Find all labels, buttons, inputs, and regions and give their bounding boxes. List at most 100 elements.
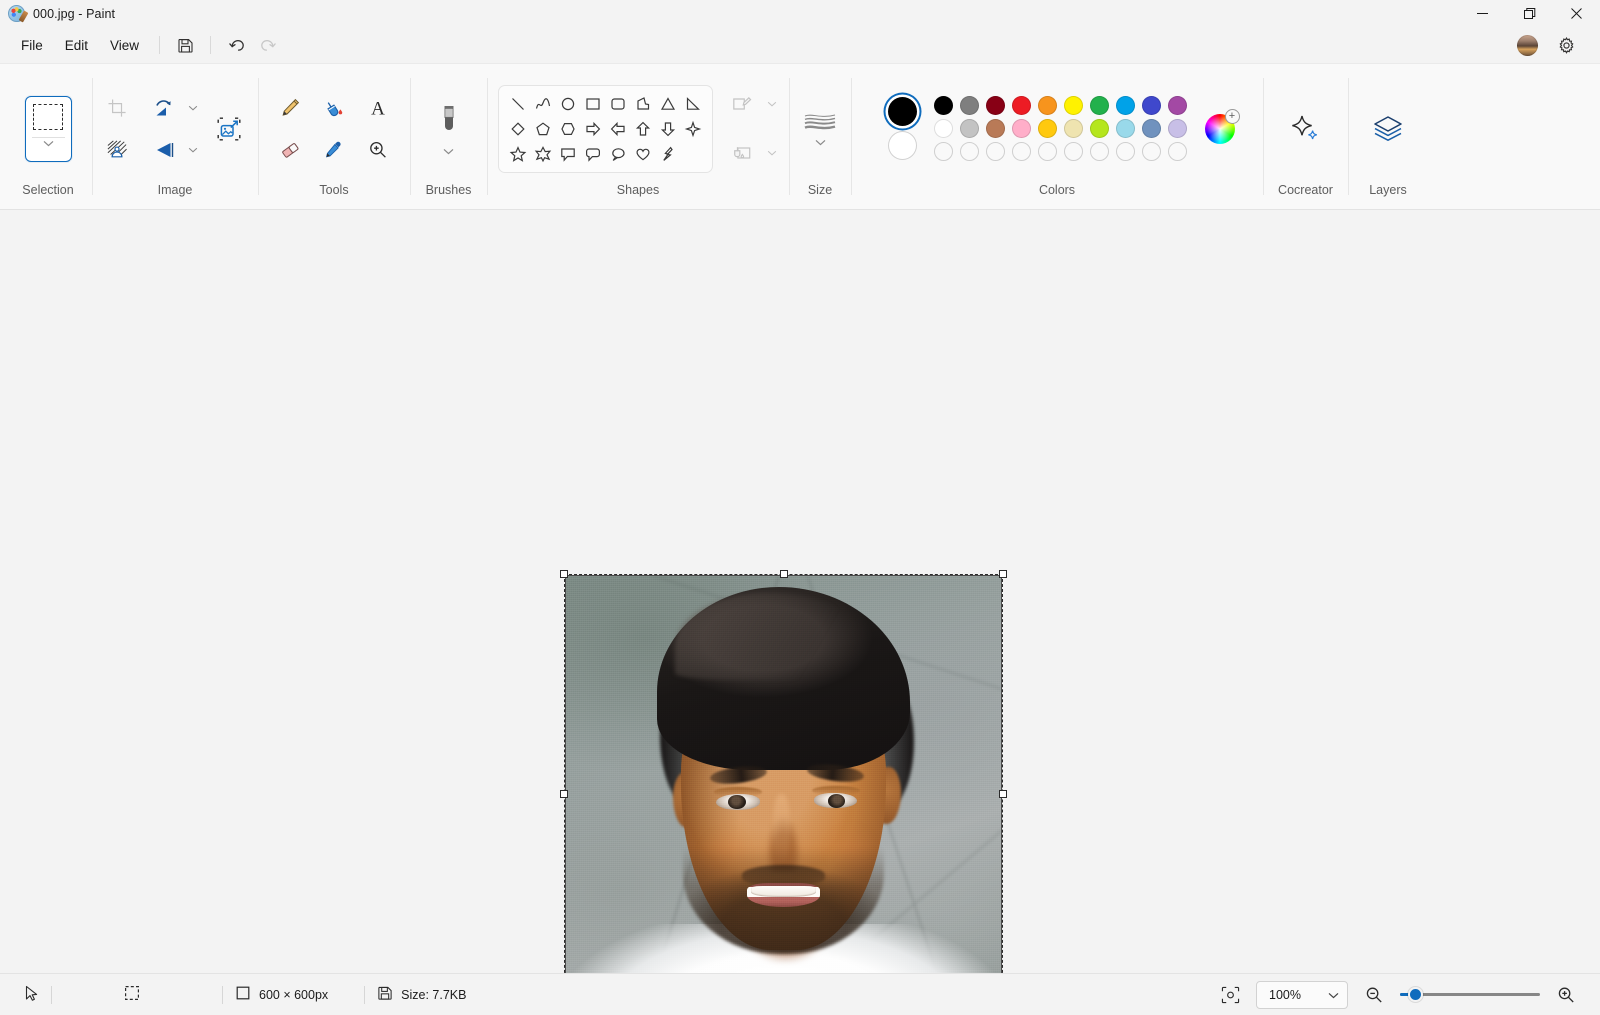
hexagon-shape[interactable] — [556, 117, 580, 141]
close-button[interactable] — [1553, 0, 1600, 27]
palette-swatch-empty[interactable] — [934, 142, 953, 161]
secondary-color-swatch[interactable] — [887, 131, 917, 160]
resize-image-button[interactable] — [208, 110, 250, 148]
five-point-star-shape[interactable] — [506, 142, 530, 166]
palette-swatch-empty[interactable] — [1116, 142, 1135, 161]
chevron-down-icon[interactable] — [41, 140, 56, 147]
redo-button[interactable] — [252, 30, 284, 60]
rounded-callout-shape[interactable] — [581, 142, 605, 166]
palette-swatch[interactable] — [960, 119, 979, 138]
palette-swatch[interactable] — [1090, 96, 1109, 115]
palette-swatch[interactable] — [1064, 96, 1083, 115]
menu-view[interactable]: View — [99, 31, 150, 59]
palette-swatch[interactable] — [1168, 96, 1187, 115]
left-arrow-shape[interactable] — [606, 117, 630, 141]
diamond-shape[interactable] — [506, 117, 530, 141]
rectangle-shape[interactable] — [581, 92, 605, 116]
palette-swatch[interactable] — [1168, 119, 1187, 138]
polygon-shape[interactable] — [631, 92, 655, 116]
shape-fill-button[interactable] — [721, 134, 763, 172]
avatar[interactable] — [1517, 34, 1538, 56]
chevron-down-icon[interactable] — [186, 105, 200, 111]
chevron-down-icon[interactable] — [441, 148, 456, 155]
four-point-star-shape[interactable] — [681, 117, 705, 141]
color-picker-tool[interactable] — [313, 131, 355, 169]
fit-to-window-button[interactable] — [1214, 980, 1246, 1010]
palette-swatch[interactable] — [986, 96, 1005, 115]
canvas-image[interactable] — [565, 575, 1002, 973]
canvas-area[interactable] — [0, 210, 1600, 973]
selection-handle-middle-left[interactable] — [560, 789, 568, 798]
line-shape[interactable] — [506, 92, 530, 116]
save-button[interactable] — [169, 30, 201, 60]
palette-swatch[interactable] — [1090, 119, 1109, 138]
palette-swatch-empty[interactable] — [986, 142, 1005, 161]
cocreator-button[interactable] — [1282, 107, 1330, 151]
palette-swatch-empty[interactable] — [1168, 142, 1187, 161]
selection-handle-top-right[interactable] — [999, 570, 1007, 578]
rectangular-selection-tool[interactable] — [24, 95, 72, 162]
text-tool[interactable]: A — [357, 89, 399, 127]
palette-swatch[interactable] — [960, 96, 979, 115]
shape-outline-split[interactable] — [721, 85, 779, 123]
edit-colors-button[interactable]: + — [1204, 108, 1240, 144]
down-arrow-shape[interactable] — [656, 117, 680, 141]
menu-edit[interactable]: Edit — [54, 31, 99, 59]
pentagon-shape[interactable] — [531, 117, 555, 141]
flip-button[interactable] — [143, 131, 185, 169]
palette-swatch-empty[interactable] — [1038, 142, 1057, 161]
palette-swatch[interactable] — [1142, 119, 1161, 138]
selection-handle-top-center[interactable] — [779, 570, 788, 578]
palette-swatch-empty[interactable] — [1064, 142, 1083, 161]
triangle-shape[interactable] — [656, 92, 680, 116]
zoom-slider[interactable] — [1400, 985, 1540, 1005]
palette-swatch[interactable] — [1012, 119, 1031, 138]
palette-swatch-empty[interactable] — [1090, 142, 1109, 161]
chevron-down-icon[interactable] — [765, 101, 779, 107]
palette-swatch[interactable] — [1038, 96, 1057, 115]
magnifier-tool[interactable] — [357, 131, 399, 169]
eraser-tool[interactable] — [269, 131, 311, 169]
palette-swatch[interactable] — [934, 96, 953, 115]
six-point-star-shape[interactable] — [531, 142, 555, 166]
zoom-in-button[interactable] — [1550, 980, 1582, 1010]
primary-color-swatch[interactable] — [887, 97, 917, 126]
pencil-tool[interactable] — [269, 89, 311, 127]
crop-button[interactable] — [96, 89, 138, 127]
shape-outline-button[interactable] — [721, 85, 763, 123]
shape-fill-split[interactable] — [721, 134, 779, 172]
palette-swatch-empty[interactable] — [960, 142, 979, 161]
palette-swatch[interactable] — [1116, 119, 1135, 138]
zoom-level-select[interactable]: 100% — [1256, 980, 1348, 1009]
rotate-split-button[interactable] — [143, 89, 200, 127]
settings-button[interactable] — [1550, 30, 1582, 60]
rectangular-callout-shape[interactable] — [556, 142, 580, 166]
selection-handle-middle-right[interactable] — [999, 789, 1007, 798]
selection-handle-top-left[interactable] — [560, 570, 568, 578]
palette-swatch[interactable] — [1142, 96, 1161, 115]
chevron-down-icon[interactable] — [186, 147, 200, 153]
palette-swatch[interactable] — [1012, 96, 1031, 115]
right-triangle-shape[interactable] — [681, 92, 705, 116]
rounded-rectangle-shape[interactable] — [606, 92, 630, 116]
brushes-button[interactable] — [428, 99, 470, 159]
up-arrow-shape[interactable] — [631, 117, 655, 141]
fill-tool[interactable] — [313, 89, 355, 127]
minimize-button[interactable] — [1459, 0, 1506, 27]
flip-split-button[interactable] — [143, 131, 200, 169]
palette-swatch[interactable] — [934, 119, 953, 138]
right-arrow-shape[interactable] — [581, 117, 605, 141]
heart-shape[interactable] — [631, 142, 655, 166]
restore-button[interactable] — [1506, 0, 1553, 27]
palette-swatch[interactable] — [986, 119, 1005, 138]
oval-shape[interactable] — [556, 92, 580, 116]
palette-swatch[interactable] — [1064, 119, 1083, 138]
zoom-out-button[interactable] — [1358, 980, 1390, 1010]
chevron-down-icon[interactable] — [765, 150, 779, 156]
rotate-button[interactable] — [143, 89, 185, 127]
palette-swatch[interactable] — [1116, 96, 1135, 115]
curve-shape[interactable] — [531, 92, 555, 116]
palette-swatch-empty[interactable] — [1142, 142, 1161, 161]
canvas-selection[interactable] — [560, 570, 1007, 973]
undo-button[interactable] — [220, 30, 252, 60]
